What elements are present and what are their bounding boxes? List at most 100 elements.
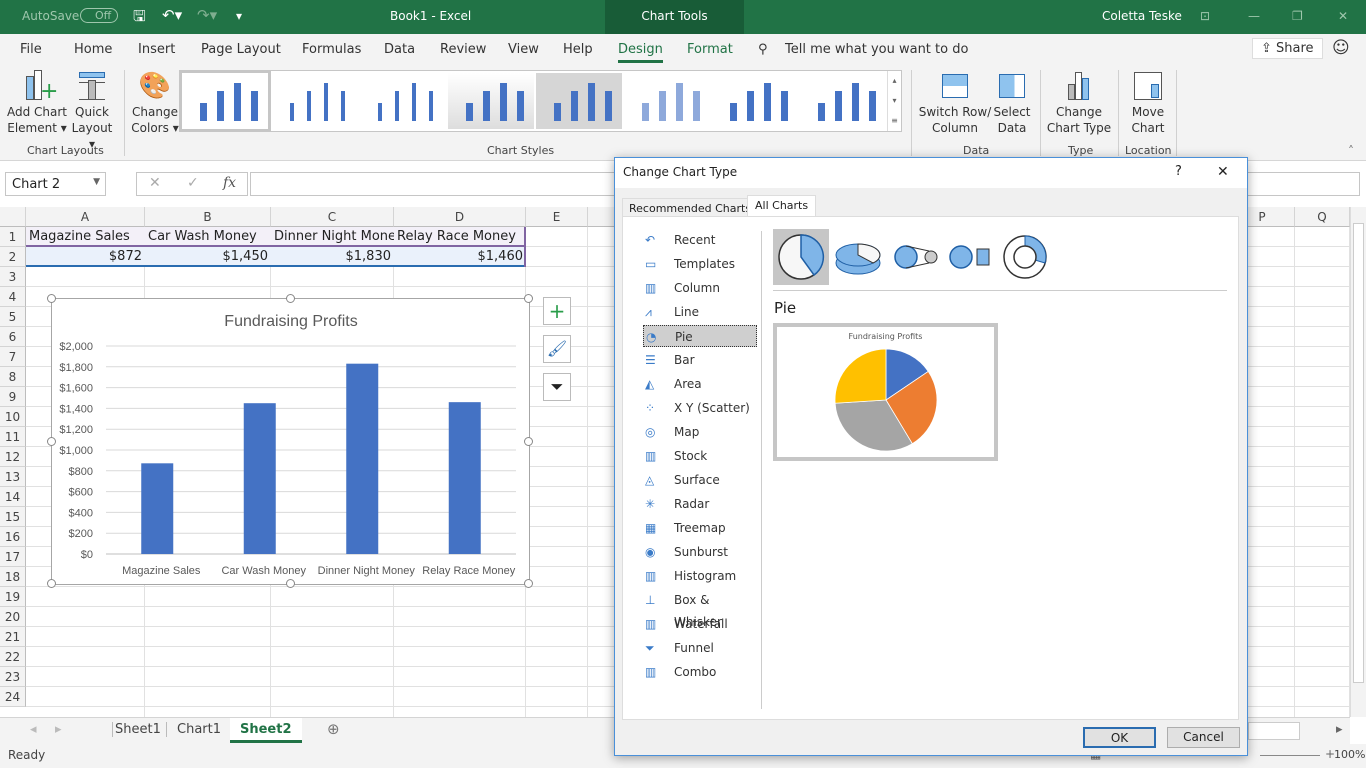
prev-sheet-icon[interactable]: ◂ (30, 722, 37, 737)
menu-view[interactable]: View (508, 42, 539, 57)
resize-handle[interactable] (524, 579, 533, 588)
chart-type-waterfall[interactable]: ▥ Waterfall (643, 613, 757, 635)
menu-format[interactable]: Format (687, 42, 733, 57)
chart-style-4[interactable] (448, 73, 534, 129)
row-header[interactable]: 19 (0, 587, 26, 607)
close-button[interactable]: ✕ (1217, 164, 1229, 180)
help-button[interactable]: ? (1175, 164, 1182, 179)
tell-me-input[interactable]: Tell me what you want to do (785, 42, 968, 57)
chart-type-sunburst[interactable]: ◉ Sunburst (643, 541, 757, 563)
undo-icon[interactable]: ↶▾ (162, 6, 182, 24)
row-header[interactable]: 9 (0, 387, 26, 407)
next-sheet-icon[interactable]: ▸ (55, 722, 62, 737)
cell-C1[interactable]: Dinner Night Money (271, 227, 394, 247)
move-chart-button[interactable]: Move Chart (1124, 64, 1172, 136)
add-sheet-icon[interactable]: ⊕ (327, 720, 340, 738)
gallery-scroll[interactable]: ▴ ▾ ≡ (887, 71, 901, 131)
sheet-tab-sheet1[interactable]: Sheet1 (112, 722, 161, 737)
column-header[interactable]: D (394, 207, 526, 227)
column-chart[interactable]: Fundraising Profits $0 $200 $400 $600 $800 $1,… (47, 294, 533, 588)
chart-style-5[interactable] (536, 73, 622, 129)
chart-type-surface[interactable]: ◬ Surface (643, 469, 757, 491)
menu-insert[interactable]: Insert (138, 42, 175, 57)
cancel-icon[interactable]: ✕ (149, 175, 161, 191)
quick-layout-button[interactable]: Quick Layout ▾ (68, 64, 116, 152)
column-header[interactable]: C (271, 207, 394, 227)
chart-type-templates[interactable]: ▭ Templates (643, 253, 757, 275)
row-header[interactable]: 21 (0, 627, 26, 647)
row-header[interactable]: 14 (0, 487, 26, 507)
row-header[interactable]: 17 (0, 547, 26, 567)
row-header[interactable]: 3 (0, 267, 26, 287)
menu-design[interactable]: Design (618, 42, 663, 63)
chart-style-8[interactable] (800, 73, 886, 129)
row-header[interactable]: 20 (0, 607, 26, 627)
chart-preview[interactable]: Fundraising Profits (773, 323, 998, 461)
resize-handle[interactable] (524, 294, 533, 303)
menu-data[interactable]: Data (384, 42, 415, 57)
autosave-toggle[interactable]: Off (80, 8, 119, 23)
resize-handle[interactable] (47, 579, 56, 588)
menu-review[interactable]: Review (440, 42, 486, 57)
chart-type-area[interactable]: ◭ Area (643, 373, 757, 395)
restore-icon[interactable]: ❐ (1292, 9, 1303, 23)
cell-B1[interactable]: Car Wash Money (145, 227, 271, 247)
cell-B2[interactable]: $1,450 (145, 247, 271, 267)
chart-type-map[interactable]: ◎ Map (643, 421, 757, 443)
collapse-ribbon-icon[interactable]: ˄ (1348, 144, 1354, 158)
chart-style-7[interactable] (712, 73, 798, 129)
name-box[interactable]: Chart 2 ▼ (5, 172, 106, 196)
column-header[interactable]: B (145, 207, 271, 227)
row-header[interactable]: 11 (0, 427, 26, 447)
change-chart-type-button[interactable]: Change Chart Type (1046, 64, 1112, 136)
customize-qat-icon[interactable]: ▾ (236, 9, 242, 23)
tab-recommended-charts[interactable]: Recommended Charts (622, 198, 759, 218)
resize-handle[interactable] (47, 436, 56, 446)
menu-help[interactable]: Help (563, 42, 593, 57)
chart-type-pie[interactable]: ◔ Pie (643, 325, 757, 347)
cell-C2[interactable]: $1,830 (271, 247, 394, 267)
row-header[interactable]: 12 (0, 447, 26, 467)
smiley-icon[interactable]: ☺ (1332, 38, 1350, 58)
sheet-tab-sheet2[interactable]: Sheet2 (230, 718, 302, 743)
enter-icon[interactable]: ✓ (187, 175, 199, 191)
row-header[interactable]: 5 (0, 307, 26, 327)
chart-type-box-whisker[interactable]: ⊥ Box & Whisker (643, 589, 757, 629)
row-header[interactable]: 10 (0, 407, 26, 427)
add-chart-element-button[interactable]: + Add Chart Element ▾ (6, 64, 68, 136)
row-header[interactable]: 13 (0, 467, 26, 487)
chart-style-2[interactable] (272, 73, 358, 129)
row-header[interactable]: 6 (0, 327, 26, 347)
resize-handle[interactable] (285, 579, 295, 588)
sheet-tab-chart1[interactable]: Chart1 (166, 722, 221, 737)
close-icon[interactable]: ✕ (1338, 9, 1348, 23)
ok-button[interactable]: OK (1083, 727, 1156, 748)
fx-icon[interactable]: fx (223, 175, 236, 191)
row-header[interactable]: 16 (0, 527, 26, 547)
chevron-down-icon[interactable]: ▼ (93, 177, 100, 187)
row-header[interactable]: 2 (0, 247, 26, 267)
cancel-button[interactable]: Cancel (1167, 727, 1240, 748)
chart-type-combo[interactable]: ▥ Combo (643, 661, 757, 683)
user-name[interactable]: Coletta Teske (1102, 9, 1182, 23)
save-icon[interactable]: 🖫 (133, 6, 146, 31)
column-header[interactable]: Q (1295, 207, 1350, 227)
change-colors-button[interactable]: 🎨 Change Colors ▾ (130, 64, 180, 136)
chart-type-x-y-scatter-[interactable]: ⁘ X Y (Scatter) (643, 397, 757, 419)
chart-type-radar[interactable]: ✳ Radar (643, 493, 757, 515)
cell-A2[interactable]: $872 (26, 247, 145, 267)
chart-style-1[interactable] (179, 70, 271, 132)
menu-formulas[interactable]: Formulas (302, 42, 361, 57)
horizontal-scrollbar[interactable] (1248, 722, 1300, 740)
chart-style-6[interactable] (624, 73, 710, 129)
vertical-scrollbar[interactable] (1350, 207, 1366, 717)
chart-filters-button[interactable]: ⏷ (543, 373, 571, 401)
chart-styles-button[interactable]: 🖌 (543, 335, 571, 363)
cell-D2[interactable]: $1,460 (394, 247, 526, 267)
zoom-slider[interactable] (1260, 755, 1320, 756)
resize-handle[interactable] (47, 294, 56, 303)
resize-handle[interactable] (285, 294, 295, 303)
scroll-thumb[interactable] (1353, 223, 1364, 683)
menu-file[interactable]: File (20, 42, 42, 57)
row-header[interactable]: 18 (0, 567, 26, 587)
